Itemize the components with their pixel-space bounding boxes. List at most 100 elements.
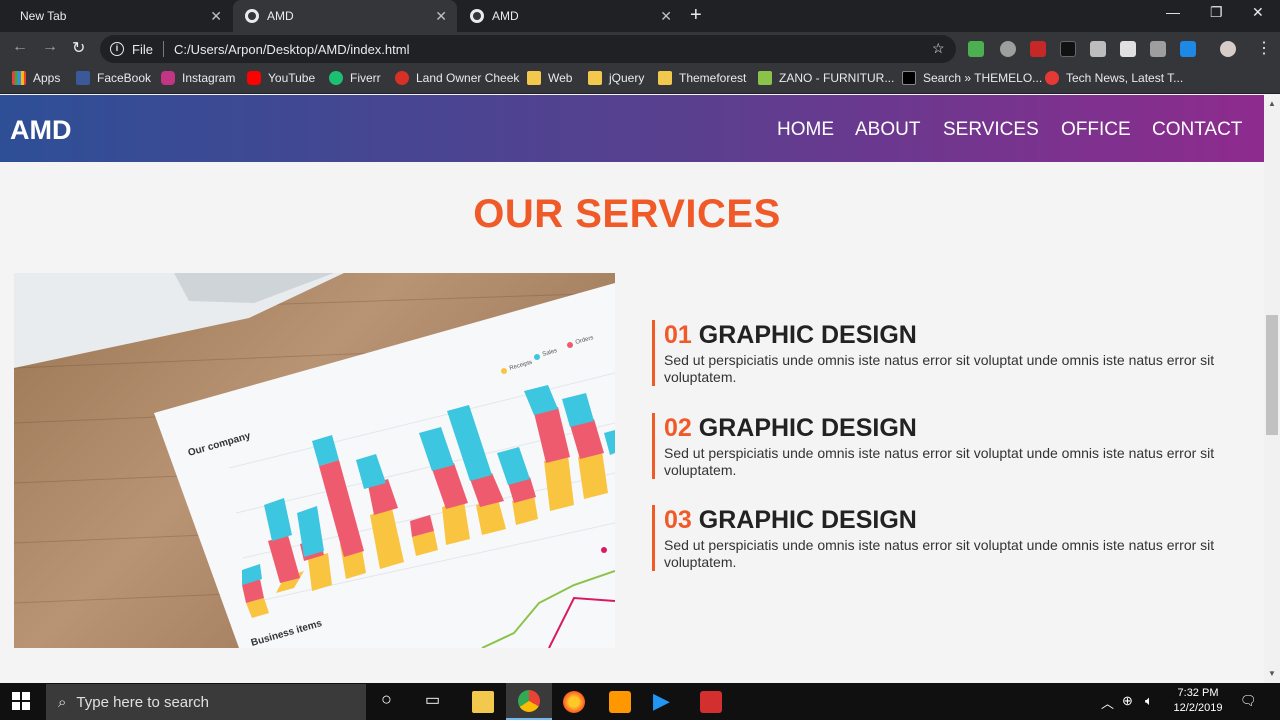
address-bar[interactable]: i File C:/Users/Arpon/Desktop/AMD/index.… — [100, 35, 956, 63]
tab-amd[interactable]: AMD ✕ — [458, 0, 682, 32]
service-item: 01 GRAPHIC DESIGN Sed ut perspiciatis un… — [652, 320, 1252, 386]
site-icon — [1045, 71, 1059, 85]
tab-new-tab[interactable]: New Tab ✕ — [8, 0, 232, 32]
bookmark-zano[interactable]: ZANO - FURNITUR... — [758, 71, 894, 85]
taskbar-search-input[interactable]: ⌕ Type here to search — [46, 684, 366, 720]
reload-icon[interactable]: ↻ — [72, 38, 85, 58]
sublime-text-icon[interactable] — [609, 691, 631, 713]
bookmark-folder-themeforest[interactable]: Themeforest — [658, 71, 746, 85]
bookmark-label: jQuery — [609, 71, 645, 85]
bookmark-folder-jquery[interactable]: jQuery — [588, 71, 644, 85]
service-item: 02 GRAPHIC DESIGN Sed ut perspiciatis un… — [652, 413, 1252, 479]
task-view-icon[interactable]: ▭ — [425, 690, 447, 712]
tab-label: AMD — [492, 9, 519, 23]
adblock-icon[interactable] — [1030, 41, 1046, 57]
restore-icon[interactable]: ❐ — [1210, 4, 1223, 21]
bookmark-label: Instagram — [182, 71, 236, 85]
service-item: 03 GRAPHIC DESIGN Sed ut perspiciatis un… — [652, 505, 1252, 571]
cortana-icon[interactable]: ○ — [381, 689, 403, 711]
tab-label: AMD — [267, 9, 294, 23]
bookmark-youtube[interactable]: YouTube — [247, 71, 315, 85]
tab-amd-active[interactable]: AMD ✕ — [233, 0, 457, 32]
bookmark-label: YouTube — [268, 71, 316, 85]
bookmark-label: Search » THEMELO... — [923, 71, 1043, 85]
bookmark-fiverr[interactable]: Fiverr — [329, 71, 381, 85]
scroll-thumb[interactable] — [1266, 315, 1278, 435]
browser-tab-bar: New Tab ✕ AMD ✕ AMD ✕ + — ❐ ✕ — [0, 0, 1280, 32]
bookmark-label: Fiverr — [350, 71, 381, 85]
bookmark-land-owner[interactable]: Land Owner Cheek — [395, 71, 519, 85]
folder-icon — [527, 71, 541, 85]
search-icon: ⌕ — [58, 693, 67, 711]
windows-start-icon[interactable] — [12, 692, 34, 714]
page-viewport: AMD HOME ABOUT SERVICES OFFICE CONTACT O… — [0, 95, 1264, 683]
back-icon[interactable]: ← — [12, 38, 28, 56]
minimize-icon[interactable]: — — [1166, 4, 1180, 20]
extension-icon[interactable] — [1150, 41, 1166, 57]
bookmark-facebook[interactable]: FaceBook — [76, 71, 151, 85]
site-icon — [395, 71, 409, 85]
chart-printout-illustration: Our company Business items Receipts Sale… — [14, 273, 615, 648]
nav-contact[interactable]: CONTACT — [1152, 119, 1242, 141]
new-tab-button[interactable]: + — [690, 4, 702, 27]
media-player-icon[interactable]: ▶ — [653, 688, 675, 713]
globe-icon[interactable]: ⊕ — [1122, 693, 1133, 709]
info-icon[interactable]: i — [110, 42, 124, 56]
nav-about[interactable]: ABOUT — [855, 119, 920, 141]
apps-grid-icon — [12, 71, 26, 85]
bookmark-label: ZANO - FURNITUR... — [779, 71, 895, 85]
browser-toolbar: ← → ↻ i File C:/Users/Arpon/Desktop/AMD/… — [0, 32, 1280, 66]
bookmark-instagram[interactable]: Instagram — [161, 71, 235, 85]
service-description: Sed ut perspiciatis unde omnis iste natu… — [664, 537, 1215, 570]
site-icon — [902, 71, 916, 85]
close-icon[interactable]: ✕ — [660, 8, 672, 25]
search-placeholder: Type here to search — [76, 693, 209, 711]
services-photo: Our company Business items Receipts Sale… — [14, 273, 615, 648]
address-url: C:/Users/Arpon/Desktop/AMD/index.html — [173, 41, 410, 57]
menu-icon[interactable]: ⋮ — [1256, 38, 1272, 58]
bookmark-label: Apps — [33, 71, 61, 85]
taskbar-clock[interactable]: 7:32 PM 12/2/2019 — [1166, 686, 1230, 716]
scroll-down-icon[interactable]: ▼ — [1268, 669, 1276, 678]
site-logo[interactable]: AMD — [10, 115, 72, 146]
creative-cloud-icon[interactable] — [700, 691, 722, 713]
window-close-icon[interactable]: ✕ — [1252, 4, 1264, 21]
bookmark-apps[interactable]: Apps — [12, 71, 60, 85]
nav-services[interactable]: SERVICES — [943, 119, 1039, 141]
file-explorer-icon[interactable] — [472, 691, 494, 713]
firefox-icon[interactable] — [563, 691, 585, 713]
nav-office[interactable]: OFFICE — [1061, 119, 1131, 141]
close-icon[interactable]: ✕ — [210, 8, 222, 25]
service-number: 01 — [664, 321, 692, 349]
service-number: 02 — [664, 414, 692, 442]
extension-icon[interactable] — [1060, 41, 1076, 57]
close-icon[interactable]: ✕ — [435, 8, 447, 25]
bookmark-themelocal[interactable]: Search » THEMELO... — [902, 71, 1042, 85]
bookmark-folder-web[interactable]: Web — [527, 71, 572, 85]
bookmark-star-icon[interactable]: ☆ — [932, 40, 945, 57]
camera-icon[interactable] — [1090, 41, 1106, 57]
bookmark-label: FaceBook — [97, 71, 152, 85]
bookmark-tech-news[interactable]: Tech News, Latest T... — [1045, 71, 1183, 85]
extension-icon[interactable] — [1000, 41, 1016, 57]
page-scrollbar[interactable]: ▲ ▼ — [1264, 95, 1280, 683]
nav-home[interactable]: HOME — [777, 119, 834, 141]
shield-icon[interactable] — [1180, 41, 1196, 57]
service-title-text: GRAPHIC DESIGN — [698, 321, 917, 349]
service-description: Sed ut perspiciatis unde omnis iste natu… — [664, 352, 1215, 385]
youtube-icon — [247, 71, 261, 85]
service-title: 01 GRAPHIC DESIGN — [664, 320, 1252, 350]
avatar[interactable] — [1220, 41, 1236, 57]
forward-icon[interactable]: → — [42, 38, 58, 56]
tab-label: New Tab — [20, 9, 67, 23]
bookmark-label: Land Owner Cheek — [416, 71, 520, 85]
extension-icon[interactable] — [1120, 41, 1136, 57]
tray-chevron-icon[interactable]: ︿ — [1101, 693, 1114, 712]
notification-icon[interactable]: 🗨︎ — [1240, 693, 1257, 709]
volume-icon[interactable]: 🔈︎ — [1145, 693, 1153, 709]
scroll-up-icon[interactable]: ▲ — [1268, 99, 1276, 108]
site-icon — [758, 71, 772, 85]
extension-icon[interactable] — [968, 41, 984, 57]
taskbar-chrome-active[interactable] — [506, 683, 552, 720]
service-title-text: GRAPHIC DESIGN — [698, 506, 917, 534]
